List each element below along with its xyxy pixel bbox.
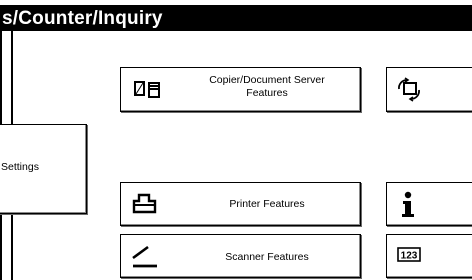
counter-icon [398,77,420,102]
counter-button[interactable] [386,67,472,112]
counter-123-button[interactable]: 123 [386,234,472,278]
inquiry-button[interactable] [386,182,472,226]
info-icon [402,191,414,217]
scanner-label: Scanner Features [225,251,309,263]
copier-document-server-icon [134,81,160,98]
counter-123-icon: 123 [397,247,421,262]
printer-label: Printer Features [229,198,305,210]
scanner-features-button[interactable]: Scanner Features [120,234,361,278]
printer-features-button[interactable]: Printer Features [120,182,361,226]
system-settings-button[interactable]: Settings [0,124,87,214]
page-title: s/Counter/Inquiry [2,8,163,29]
title-bar: s/Counter/Inquiry [0,5,472,31]
svg-text:123: 123 [401,251,418,262]
copier-document-server-features-button[interactable]: Copier/Document Server Features [120,67,361,112]
copier-label-line2: Features [246,87,288,99]
settings-label: Settings [1,161,39,173]
copier-label-line1: Copier/Document Server [209,74,325,86]
copier-label: Copier/Document Server Features [183,74,351,100]
printer-icon [132,193,157,214]
scanner-icon [132,245,157,268]
